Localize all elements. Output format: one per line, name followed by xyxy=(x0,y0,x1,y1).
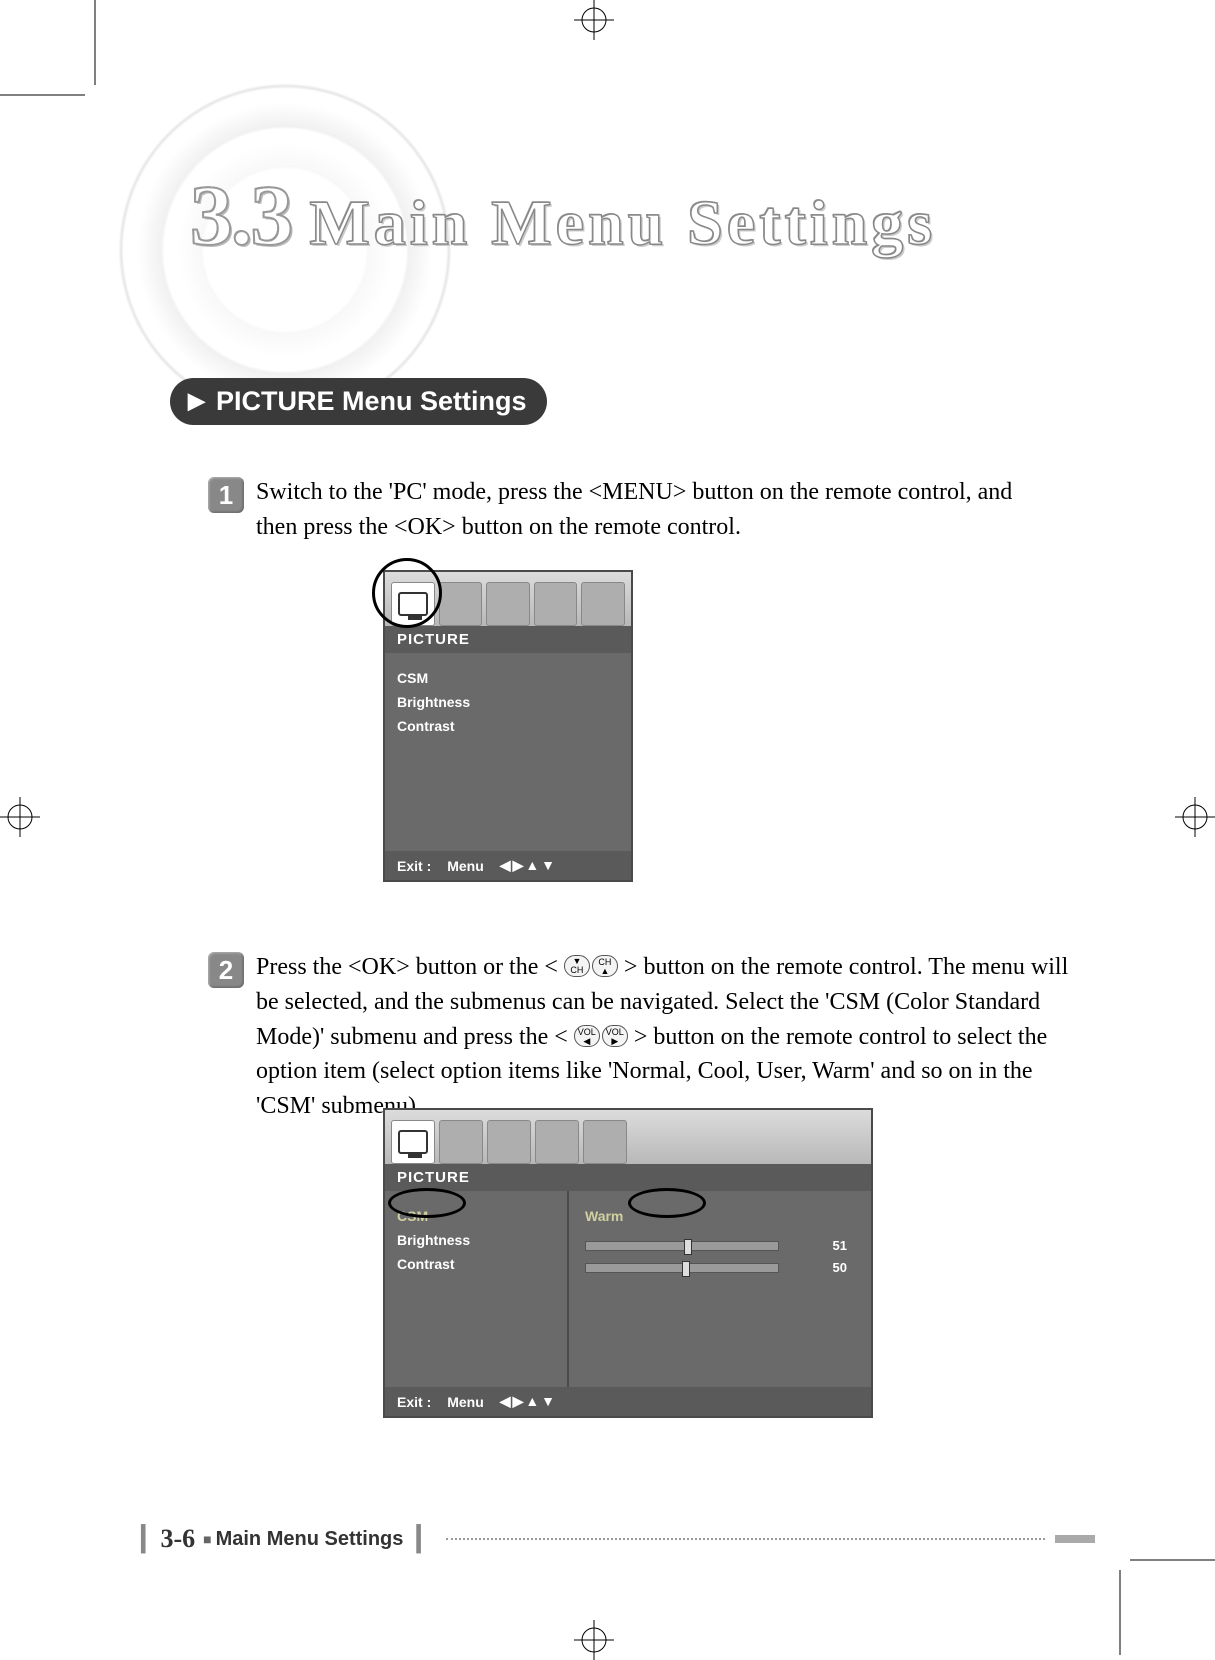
osd-2-title: PICTURE xyxy=(385,1164,871,1191)
osd-1-title: PICTURE xyxy=(385,626,631,653)
osd-picture-menu-1: PICTURE CSM Brightness Contrast Exit : M… xyxy=(383,570,633,882)
contrast-slider-row: 50 xyxy=(585,1257,847,1279)
osd2-tab-picture[interactable] xyxy=(391,1120,435,1164)
brightness-slider[interactable] xyxy=(585,1241,779,1251)
page-title: 3.3 Main Menu Settings xyxy=(190,165,936,265)
crop-mark-top-left xyxy=(0,0,120,125)
osd-tab-4[interactable] xyxy=(534,582,578,626)
osd-tab-3[interactable] xyxy=(486,582,530,626)
subsection-heading: PICTURE Menu Settings xyxy=(170,378,547,425)
osd-tab-2[interactable] xyxy=(439,582,483,626)
osd-picture-menu-2: PICTURE CSM Brightness Contrast Warm 51 … xyxy=(383,1108,873,1418)
osd-2-footer: Exit : Menu ◀▶▲▼ xyxy=(385,1387,871,1416)
vol-right-button-icon: VOL▶ xyxy=(602,1025,628,1047)
osd2-left-pane: CSM Brightness Contrast xyxy=(397,1205,567,1377)
brightness-slider-row: 51 xyxy=(585,1235,847,1257)
remote-ch-buttons-icon: ▼CH CH▲ xyxy=(564,955,618,977)
step-2: 2 Press the <OK> button or the < ▼CH CH▲… xyxy=(208,950,1078,1124)
step-2-number: 2 xyxy=(208,952,244,988)
osd2-item-csm[interactable]: CSM xyxy=(397,1205,567,1229)
osd-tab-5[interactable] xyxy=(581,582,625,626)
osd2-tab-3[interactable] xyxy=(487,1120,531,1164)
osd1-item-csm[interactable]: CSM xyxy=(397,667,619,691)
osd2-footer-arrows: ◀▶▲▼ xyxy=(500,1393,557,1410)
footer-bar-right: ┃ xyxy=(411,1525,425,1554)
osd2-footer-menu: Menu xyxy=(447,1394,484,1410)
footer-square-icon: ■ xyxy=(203,1531,211,1547)
page-footer: ┃ 3-6 ■ Main Menu Settings ┃ xyxy=(136,1524,1095,1554)
step-2-text: Press the <OK> button or the < ▼CH CH▲ >… xyxy=(256,950,1078,1124)
remote-vol-buttons-icon: VOL◀ VOL▶ xyxy=(574,1025,628,1047)
osd1-item-contrast[interactable]: Contrast xyxy=(397,715,619,739)
osd2-item-brightness[interactable]: Brightness xyxy=(397,1229,567,1253)
ch-up-button-icon: CH▲ xyxy=(592,955,618,977)
footer-page-number: 3-6 xyxy=(160,1524,195,1554)
osd-1-body: CSM Brightness Contrast xyxy=(385,653,631,752)
step-2-text-a: Press the <OK> button or the < xyxy=(256,954,558,980)
osd2-tab-bar xyxy=(385,1110,871,1164)
crop-mark-bottom-right xyxy=(1095,1535,1215,1660)
osd2-item-contrast[interactable]: Contrast xyxy=(397,1253,567,1277)
ch-down-button-icon: ▼CH xyxy=(564,955,590,977)
registration-mark-top xyxy=(574,0,614,40)
tv-icon xyxy=(398,1130,428,1154)
osd2-csm-value[interactable]: Warm xyxy=(585,1205,623,1229)
osd1-footer-arrows: ◀▶▲▼ xyxy=(500,857,557,874)
footer-dots xyxy=(446,1538,1045,1540)
footer-endcap xyxy=(1055,1535,1095,1543)
osd-tab-bar xyxy=(385,572,631,626)
registration-mark-bottom xyxy=(574,1620,614,1660)
footer-title: Main Menu Settings xyxy=(216,1528,404,1551)
osd-1-footer: Exit : Menu ◀▶▲▼ xyxy=(385,851,631,880)
osd2-footer-exit: Exit : xyxy=(397,1394,431,1410)
osd2-tab-4[interactable] xyxy=(535,1120,579,1164)
osd-tab-picture[interactable] xyxy=(391,582,435,626)
contrast-value: 50 xyxy=(823,1257,847,1279)
step-1-number: 1 xyxy=(208,477,244,513)
section-number: 3.3 xyxy=(190,165,292,265)
section-title: Main Menu Settings xyxy=(310,186,937,260)
registration-mark-left xyxy=(0,797,40,837)
osd2-right-pane: Warm 51 50 xyxy=(567,1191,859,1391)
osd1-footer-menu: Menu xyxy=(447,858,484,874)
tv-icon xyxy=(398,592,428,616)
osd1-item-brightness[interactable]: Brightness xyxy=(397,691,619,715)
osd2-tab-5[interactable] xyxy=(583,1120,627,1164)
step-1: 1 Switch to the 'PC' mode, press the <ME… xyxy=(208,475,1038,545)
vol-left-button-icon: VOL◀ xyxy=(574,1025,600,1047)
contrast-slider[interactable] xyxy=(585,1263,779,1273)
osd2-tab-2[interactable] xyxy=(439,1120,483,1164)
step-1-text: Switch to the 'PC' mode, press the <MENU… xyxy=(256,475,1038,545)
footer-bar-left: ┃ xyxy=(136,1525,150,1554)
registration-mark-right xyxy=(1175,797,1215,837)
brightness-value: 51 xyxy=(823,1235,847,1257)
osd1-footer-exit: Exit : xyxy=(397,858,431,874)
